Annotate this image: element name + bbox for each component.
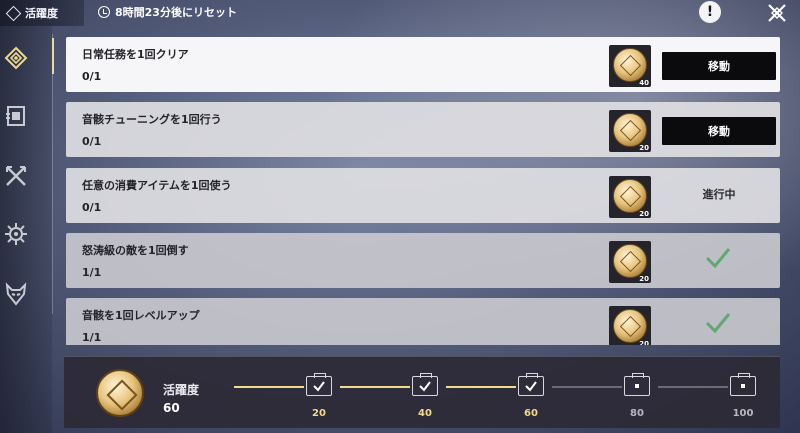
reward-quantity: 20 bbox=[639, 275, 649, 283]
progress-segment bbox=[234, 386, 304, 388]
goto-button[interactable]: 移動 bbox=[662, 52, 776, 80]
sidebar-active-indicator bbox=[52, 38, 54, 74]
reset-text: 8時間23分後にリセット bbox=[115, 6, 237, 19]
milestone-label: 20 bbox=[312, 408, 326, 419]
sidebar-item-battle[interactable] bbox=[4, 164, 28, 188]
sidebar-item-activity[interactable] bbox=[4, 46, 28, 70]
task-name: 任意の消費アイテムを1回使う bbox=[82, 179, 232, 192]
notice-board-icon bbox=[6, 106, 25, 126]
activity-coin-icon bbox=[613, 179, 647, 213]
task-progress: 1/1 bbox=[82, 266, 102, 279]
task-name: 日常任務を1回クリア bbox=[82, 48, 189, 61]
sidebar-item-gear[interactable] bbox=[4, 222, 28, 246]
milestone-label: 60 bbox=[524, 408, 538, 419]
milestone-80[interactable]: 80 bbox=[622, 373, 652, 426]
chest-claimed-icon bbox=[518, 373, 544, 396]
sidebar-divider bbox=[52, 34, 53, 314]
task-row: 任意の消費アイテムを1回使う 0/1 20 進行中 bbox=[66, 168, 780, 223]
activity-coin-icon bbox=[96, 369, 144, 417]
sidebar-item-monster[interactable] bbox=[4, 282, 28, 306]
chest-locked-icon bbox=[730, 373, 756, 396]
chest-claimed-icon bbox=[412, 373, 438, 396]
task-name: 怒涛級の敵を1回倒す bbox=[82, 244, 189, 257]
in-progress-status: 進行中 bbox=[702, 188, 736, 201]
clock-icon bbox=[98, 6, 110, 18]
completed-check-icon bbox=[705, 313, 731, 334]
milestone-40[interactable]: 40 bbox=[410, 373, 440, 426]
reward-item[interactable]: 40 bbox=[609, 45, 651, 87]
activity-coin-icon bbox=[613, 48, 647, 82]
close-button[interactable] bbox=[765, 1, 789, 25]
task-row: 怒涛級の敵を1回倒す 1/1 20 bbox=[66, 233, 780, 288]
page-title: 活躍度 bbox=[25, 7, 58, 20]
activity-label: 活躍度 bbox=[163, 383, 200, 397]
milestone-100[interactable]: 100 bbox=[728, 373, 758, 426]
chest-locked-icon bbox=[624, 373, 650, 396]
task-row: 音骸チューニングを1回行う 0/1 20 移動 bbox=[66, 102, 780, 157]
reward-quantity: 20 bbox=[639, 144, 649, 152]
milestone-60[interactable]: 60 bbox=[516, 373, 546, 426]
task-progress: 0/1 bbox=[82, 201, 102, 214]
help-button[interactable]: ! bbox=[699, 1, 721, 23]
activity-diamond-icon bbox=[4, 46, 28, 70]
activity-progress-bar: 活躍度 60 20 40 60 80 100 bbox=[64, 356, 780, 428]
crossed-swords-icon bbox=[6, 166, 26, 186]
task-name: 音骸チューニングを1回行う bbox=[82, 113, 222, 126]
reward-quantity: 20 bbox=[639, 340, 649, 345]
activity-diamond-icon bbox=[5, 5, 22, 21]
task-progress: 0/1 bbox=[82, 70, 102, 83]
milestone-20[interactable]: 20 bbox=[304, 373, 334, 426]
reward-item[interactable]: 20 bbox=[609, 176, 651, 218]
reward-item[interactable]: 20 bbox=[609, 110, 651, 152]
activity-coin-icon bbox=[613, 244, 647, 278]
chest-claimed-icon bbox=[306, 373, 332, 396]
completed-check-icon bbox=[705, 248, 731, 269]
goto-button[interactable]: 移動 bbox=[662, 117, 776, 145]
task-name: 音骸を1回レベルアップ bbox=[82, 309, 200, 322]
milestone-label: 100 bbox=[732, 408, 754, 419]
progress-segment bbox=[552, 386, 622, 388]
task-progress: 0/1 bbox=[82, 135, 102, 148]
reward-quantity: 40 bbox=[639, 79, 649, 87]
gear-burst-icon bbox=[5, 223, 27, 245]
milestone-label: 40 bbox=[418, 408, 432, 419]
reward-item[interactable]: 20 bbox=[609, 306, 651, 345]
reward-quantity: 20 bbox=[639, 210, 649, 218]
progress-segment bbox=[446, 386, 516, 388]
activity-value: 60 bbox=[163, 401, 180, 415]
demon-mask-icon bbox=[5, 282, 27, 306]
task-list[interactable]: 日常任務を1回クリア 0/1 40 移動 音骸チューニングを1回行う 0/1 2… bbox=[66, 37, 780, 345]
task-progress: 1/1 bbox=[82, 331, 102, 344]
sidebar bbox=[0, 26, 52, 433]
progress-segment bbox=[658, 386, 728, 388]
task-row: 日常任務を1回クリア 0/1 40 移動 bbox=[66, 37, 780, 92]
sidebar-item-notice[interactable] bbox=[4, 104, 28, 128]
page-tab: 活躍度 bbox=[0, 0, 84, 26]
activity-coin-icon bbox=[613, 309, 647, 343]
top-bar: 活躍度 8時間23分後にリセット ! bbox=[0, 0, 800, 26]
milestone-label: 80 bbox=[630, 408, 644, 419]
close-icon bbox=[768, 4, 786, 22]
task-row: 音骸を1回レベルアップ 1/1 20 bbox=[66, 298, 780, 345]
reward-item[interactable]: 20 bbox=[609, 241, 651, 283]
help-label: ! bbox=[706, 4, 714, 20]
progress-segment bbox=[340, 386, 410, 388]
activity-coin-icon bbox=[613, 113, 647, 147]
reset-timer: 8時間23分後にリセット bbox=[98, 4, 237, 20]
